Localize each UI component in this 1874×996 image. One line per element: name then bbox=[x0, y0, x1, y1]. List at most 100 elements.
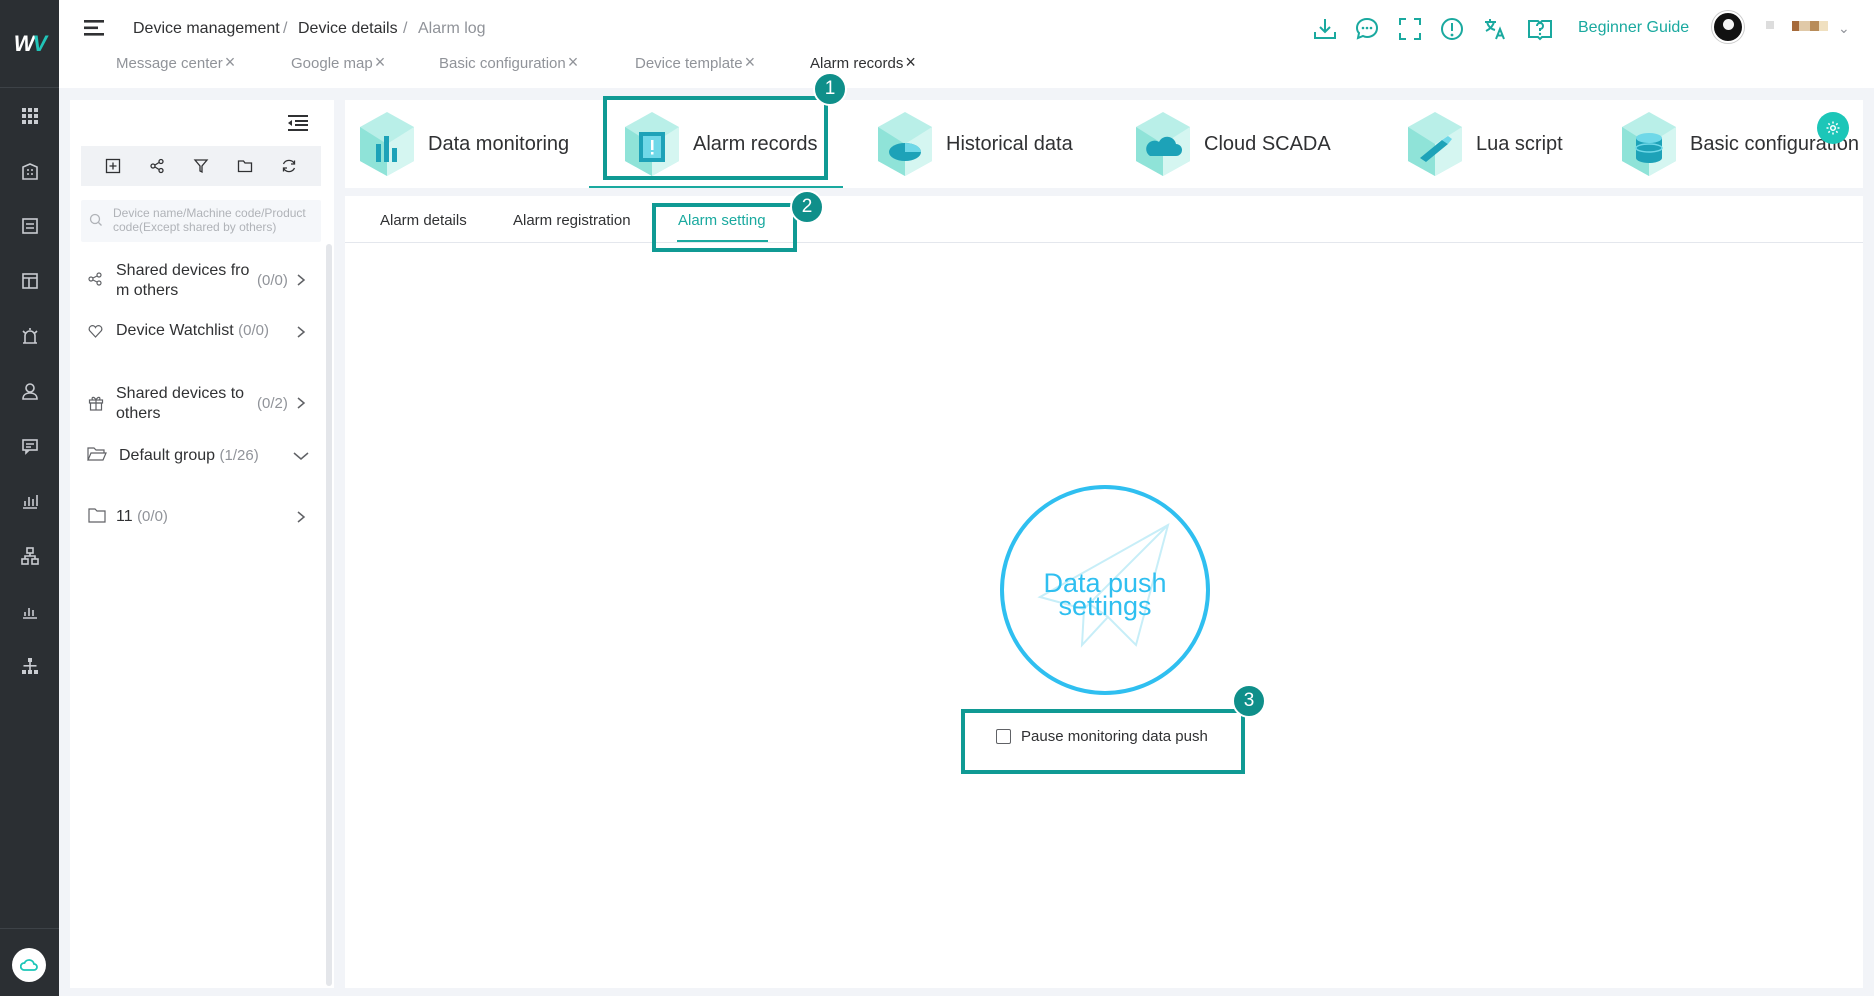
tag-label: Basic configuration bbox=[439, 55, 566, 72]
gear-icon[interactable] bbox=[1817, 112, 1849, 144]
close-icon[interactable]: × bbox=[905, 52, 916, 72]
close-icon[interactable]: × bbox=[375, 52, 386, 72]
data-push-settings-label: Data push settings bbox=[1043, 568, 1167, 621]
message-icon[interactable] bbox=[0, 426, 59, 466]
module-historical-data[interactable]: Historical data bbox=[874, 104, 1073, 184]
gift-icon bbox=[88, 396, 104, 411]
highlight-box-3 bbox=[961, 709, 1245, 774]
module-cloud-scada[interactable]: Cloud SCADA bbox=[1132, 104, 1331, 184]
close-icon[interactable]: × bbox=[745, 52, 756, 72]
tree-item-shared-from-others[interactable]: Shared devices fro m others bbox=[116, 261, 249, 301]
module-label: Lua script bbox=[1476, 132, 1563, 155]
breadcrumb-device-details[interactable]: Device details bbox=[298, 20, 398, 38]
basic-configuration-icon bbox=[1622, 112, 1676, 176]
tab-alarm-registration[interactable]: Alarm registration bbox=[513, 212, 631, 229]
tree-item-count: (0/2) bbox=[257, 395, 288, 412]
tree-item-default-group[interactable]: Default group (1/26) bbox=[119, 446, 259, 466]
tree-item-shared-to-others[interactable]: Shared devices to others bbox=[116, 384, 244, 424]
layout-icon[interactable] bbox=[0, 261, 59, 301]
folder-icon bbox=[88, 508, 106, 523]
cloud-scada-icon bbox=[1136, 112, 1190, 176]
chart-icon[interactable] bbox=[0, 481, 59, 521]
top-header bbox=[59, 0, 1874, 88]
folder-open-icon bbox=[87, 447, 107, 461]
user-name-redacted[interactable] bbox=[1792, 21, 1828, 31]
tag-google-map[interactable]: Google map × bbox=[291, 52, 385, 73]
module-label: Historical data bbox=[946, 132, 1073, 155]
org-icon[interactable] bbox=[0, 536, 59, 576]
sidebar-scrollbar[interactable] bbox=[326, 244, 332, 986]
avatar[interactable] bbox=[1712, 11, 1744, 43]
help-book-icon[interactable] bbox=[1527, 16, 1553, 42]
cloud-icon[interactable] bbox=[12, 948, 46, 982]
fullscreen-icon[interactable] bbox=[1397, 16, 1423, 42]
highlight-box-2 bbox=[652, 203, 797, 252]
tag-message-center[interactable]: Message center × bbox=[116, 52, 235, 73]
tag-alarm-records[interactable]: Alarm records × bbox=[810, 52, 916, 73]
sitemap-icon[interactable] bbox=[0, 646, 59, 686]
tabs-divider bbox=[345, 242, 1863, 243]
tree-item-group-11[interactable]: 11 (0/0) bbox=[116, 507, 168, 527]
tag-label: Google map bbox=[291, 55, 373, 72]
user-name-redacted bbox=[1766, 21, 1774, 29]
step-badge-1: 1 bbox=[813, 72, 847, 106]
refresh-icon[interactable] bbox=[279, 156, 299, 176]
bar-chart-icon[interactable] bbox=[0, 591, 59, 631]
beginner-guide-link[interactable]: Beginner Guide bbox=[1578, 19, 1689, 37]
chevron-right-icon[interactable] bbox=[295, 326, 307, 338]
building-icon[interactable] bbox=[0, 151, 59, 191]
chat-icon[interactable] bbox=[1354, 16, 1380, 42]
breadcrumb-separator: / bbox=[283, 20, 288, 37]
close-icon[interactable]: × bbox=[225, 52, 236, 72]
active-module-underline bbox=[589, 186, 843, 188]
menu-toggle-icon[interactable] bbox=[82, 16, 106, 40]
info-icon[interactable] bbox=[1439, 16, 1465, 42]
tag-basic-configuration[interactable]: Basic configuration × bbox=[439, 52, 578, 73]
chevron-right-icon[interactable] bbox=[295, 274, 307, 286]
close-icon[interactable]: × bbox=[568, 52, 579, 72]
module-data-monitoring[interactable]: Data monitoring bbox=[356, 104, 569, 184]
folder-icon[interactable] bbox=[235, 156, 255, 176]
chevron-right-icon[interactable] bbox=[295, 511, 307, 523]
heart-icon bbox=[88, 325, 103, 338]
tag-device-template[interactable]: Device template × bbox=[635, 52, 755, 73]
download-icon[interactable] bbox=[1312, 16, 1338, 42]
chevron-down-icon[interactable] bbox=[293, 450, 309, 462]
tab-alarm-details[interactable]: Alarm details bbox=[380, 212, 467, 229]
highlight-box-1 bbox=[603, 96, 828, 180]
add-icon[interactable] bbox=[103, 156, 123, 176]
rail-divider bbox=[0, 928, 59, 929]
search-icon bbox=[89, 213, 102, 226]
chevron-down-icon[interactable]: ⌄ bbox=[1838, 20, 1850, 37]
tag-label: Device template bbox=[635, 55, 743, 72]
tag-label: Message center bbox=[116, 55, 223, 72]
device-search-input[interactable]: Device name/Machine code/Product code(Ex… bbox=[81, 200, 321, 242]
alarm-light-icon[interactable] bbox=[0, 316, 59, 356]
share-icon[interactable] bbox=[147, 156, 167, 176]
sidebar-toolbar bbox=[81, 146, 321, 186]
tag-label: Alarm records bbox=[810, 55, 904, 72]
tree-item-count: (0/0) bbox=[257, 272, 288, 289]
filter-icon[interactable] bbox=[191, 156, 211, 176]
list-card-icon[interactable] bbox=[0, 206, 59, 246]
step-badge-3: 3 bbox=[1232, 684, 1266, 718]
share-icon bbox=[88, 272, 102, 286]
apps-icon[interactable] bbox=[0, 96, 59, 136]
user-icon[interactable] bbox=[0, 371, 59, 411]
module-lua-script[interactable]: Lua script bbox=[1404, 104, 1563, 184]
step-badge-2: 2 bbox=[790, 190, 824, 224]
breadcrumb-separator: / bbox=[403, 20, 408, 37]
tree-item-device-watchlist[interactable]: Device Watchlist (0/0) bbox=[116, 321, 269, 341]
chevron-right-icon[interactable] bbox=[295, 397, 307, 409]
translate-icon[interactable] bbox=[1482, 16, 1508, 42]
data-monitoring-icon bbox=[360, 112, 414, 176]
search-placeholder: Device name/Machine code/Product code(Ex… bbox=[113, 206, 306, 234]
module-label: Cloud SCADA bbox=[1204, 132, 1331, 155]
breadcrumb-device-management[interactable]: Device management bbox=[133, 20, 280, 38]
module-label: Data monitoring bbox=[428, 132, 570, 155]
breadcrumb-alarm-log: Alarm log bbox=[418, 20, 486, 37]
historical-data-icon bbox=[878, 112, 932, 176]
app-logo[interactable]: WV bbox=[0, 0, 59, 88]
collapse-sidebar-icon[interactable] bbox=[288, 114, 308, 132]
lua-script-icon bbox=[1408, 112, 1462, 176]
